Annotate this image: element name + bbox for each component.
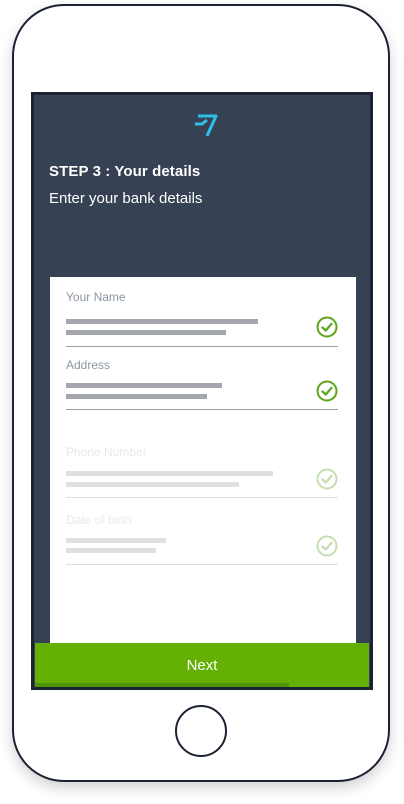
field-label: Date of birth — [66, 513, 132, 527]
app-screen: STEP 3 : Your details Enter your bank de… — [31, 92, 373, 690]
field-label: Your Name — [66, 290, 126, 304]
form-field-your-name[interactable]: Your Name — [66, 290, 338, 360]
check-circle-icon — [316, 380, 338, 402]
text-placeholder-line — [66, 548, 156, 553]
home-button[interactable] — [175, 705, 227, 757]
form-field-date-of-birth[interactable]: Date of birth — [66, 513, 338, 583]
field-underline — [66, 564, 338, 565]
check-circle-icon — [316, 535, 338, 557]
page-title: STEP 3 : Your details — [49, 163, 201, 180]
field-underline — [66, 497, 338, 498]
text-placeholder-line — [66, 394, 207, 399]
field-label: Phone Number — [66, 445, 147, 459]
field-underline — [66, 409, 338, 410]
check-circle-icon — [316, 316, 338, 338]
text-placeholder-line — [66, 330, 226, 335]
field-underline — [66, 346, 338, 347]
text-placeholder-line — [66, 471, 273, 476]
progress-bar — [35, 683, 289, 687]
next-button[interactable]: Next — [35, 643, 369, 687]
form-field-address[interactable]: Address — [66, 358, 338, 428]
text-placeholder-line — [66, 538, 166, 543]
text-placeholder-line — [66, 482, 239, 487]
details-form-card: Your Name Address Phone Number Date of b… — [50, 277, 356, 657]
text-placeholder-line — [66, 319, 258, 324]
page-subtitle: Enter your bank details — [49, 190, 203, 207]
form-field-phone-number[interactable]: Phone Number — [66, 445, 338, 515]
check-circle-icon — [316, 468, 338, 490]
text-placeholder-line — [66, 383, 222, 388]
wise-flag-logo-icon — [195, 114, 218, 137]
field-label: Address — [66, 358, 111, 372]
